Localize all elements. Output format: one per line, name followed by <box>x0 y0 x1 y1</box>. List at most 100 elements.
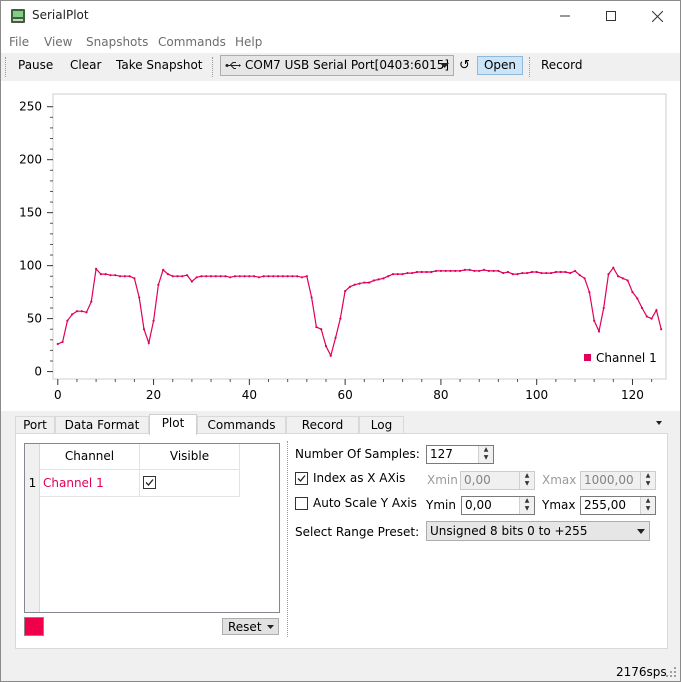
data-point <box>253 275 256 278</box>
close-button[interactable] <box>634 1 680 31</box>
data-point <box>56 342 59 346</box>
data-point <box>329 354 332 357</box>
y-tick-label: 100 <box>19 259 42 273</box>
data-point <box>497 269 500 273</box>
resize-grip-icon[interactable] <box>666 667 677 678</box>
num-samples-input[interactable]: 127 ▲ ▼ <box>426 445 494 464</box>
main-window: SerialPlot File View Snapshots Commands … <box>0 0 681 682</box>
data-point <box>401 273 404 276</box>
y-tick-label: 250 <box>19 100 42 114</box>
data-point <box>607 273 610 276</box>
record-button[interactable]: Record <box>541 57 582 76</box>
pause-button[interactable]: Pause <box>18 57 53 76</box>
data-point <box>602 306 605 310</box>
data-point <box>655 309 658 312</box>
x-tick-label: 40 <box>242 388 257 402</box>
ymin-input[interactable]: 0,00 ▲ ▼ <box>461 496 535 515</box>
menu-snapshots[interactable]: Snapshots <box>86 35 148 49</box>
menu-help[interactable]: Help <box>235 35 262 49</box>
ymin-spinner[interactable]: ▲ ▼ <box>519 497 534 514</box>
reset-button[interactable]: Reset <box>222 618 279 635</box>
data-point <box>511 273 514 276</box>
data-point <box>214 275 217 278</box>
xmin-label: Xmin <box>427 473 458 487</box>
port-select-value: COM7 USB Serial Port[0403:6015] <box>245 58 450 72</box>
column-header-channel[interactable]: Channel <box>40 444 140 470</box>
tab-menu-icon[interactable] <box>656 421 662 425</box>
toolbar-separator <box>212 57 213 77</box>
data-point <box>530 270 534 274</box>
data-point <box>224 275 227 278</box>
data-point <box>521 271 524 275</box>
data-point <box>391 273 395 276</box>
data-point <box>353 283 356 286</box>
column-header-visible[interactable]: Visible <box>140 444 240 470</box>
data-point <box>238 275 241 278</box>
ymin-label: Ymin <box>426 498 456 512</box>
data-point <box>296 275 299 278</box>
minimize-button[interactable] <box>542 1 588 31</box>
status-bar: 2176sps <box>1 660 680 681</box>
tab-data-format[interactable]: Data Format <box>55 416 149 434</box>
data-point <box>473 269 476 273</box>
data-point <box>166 273 170 276</box>
tab-plot[interactable]: Plot <box>149 414 197 435</box>
data-point <box>138 296 141 299</box>
data-point <box>320 328 323 331</box>
ymax-input[interactable]: 255,00 ▲ ▼ <box>580 496 656 515</box>
menu-view[interactable]: View <box>44 35 72 49</box>
data-point <box>583 277 586 280</box>
tab-record[interactable]: Record <box>286 416 359 434</box>
take-snapshot-button[interactable]: Take Snapshot <box>116 57 203 76</box>
reset-label: Reset <box>228 620 262 634</box>
channel-name-cell[interactable]: Channel 1 <box>40 470 140 497</box>
data-point <box>449 269 452 273</box>
port-select[interactable]: COM7 USB Serial Port[0403:6015] <box>220 55 454 76</box>
x-tick-label: 20 <box>146 388 161 402</box>
menu-commands[interactable]: Commands <box>158 35 226 49</box>
channel-visible-checkbox[interactable] <box>143 476 156 489</box>
data-point <box>104 273 107 276</box>
ymax-spinner[interactable]: ▲ ▼ <box>640 497 655 514</box>
data-point <box>128 275 131 278</box>
panel-splitter[interactable] <box>287 441 288 637</box>
menu-file[interactable]: File <box>9 35 29 49</box>
close-icon <box>651 10 663 22</box>
ymax-value: 255,00 <box>584 498 626 512</box>
usb-icon <box>225 62 241 69</box>
xmin-spinner: ▲ ▼ <box>519 472 534 489</box>
data-point <box>176 275 179 278</box>
data-point <box>348 285 352 288</box>
refresh-ports-icon[interactable]: ↺ <box>459 57 470 76</box>
auto-scale-checkbox[interactable] <box>295 497 308 510</box>
toolbar-separator <box>529 57 530 77</box>
tab-log[interactable]: Log <box>359 416 404 434</box>
num-samples-spinner[interactable]: ▲ ▼ <box>478 446 493 463</box>
ymax-label: Ymax <box>542 498 576 512</box>
data-point <box>90 300 93 303</box>
xmax-input: 1000,00 ▲ ▼ <box>580 471 656 490</box>
tab-commands[interactable]: Commands <box>197 416 286 434</box>
data-point <box>382 277 385 280</box>
tab-port[interactable]: Port <box>15 416 55 434</box>
y-tick-label: 50 <box>27 312 42 326</box>
ymin-value: 0,00 <box>465 498 492 512</box>
clear-button[interactable]: Clear <box>70 57 101 76</box>
index-x-checkbox[interactable] <box>295 472 308 485</box>
channel-color-button[interactable] <box>24 617 44 636</box>
chevron-down-icon[interactable] <box>267 625 274 629</box>
range-preset-select[interactable]: Unsigned 8 bits 0 to +255 <box>426 521 650 541</box>
data-point <box>564 270 567 274</box>
data-point <box>569 271 572 275</box>
num-samples-label: Number Of Samples: <box>295 447 420 461</box>
open-port-button[interactable]: Open <box>477 56 523 75</box>
data-point <box>118 275 122 278</box>
data-point <box>363 281 366 284</box>
data-point <box>636 297 639 300</box>
maximize-button[interactable] <box>588 1 634 31</box>
data-point <box>660 328 663 331</box>
plot-area: 0 50 100 150 200 250 0 20 40 60 80 100 120 Channel 1 <box>1 81 680 411</box>
data-point <box>95 267 98 270</box>
xmin-input: 0,00 ▲ ▼ <box>460 471 535 490</box>
data-point <box>588 291 591 294</box>
